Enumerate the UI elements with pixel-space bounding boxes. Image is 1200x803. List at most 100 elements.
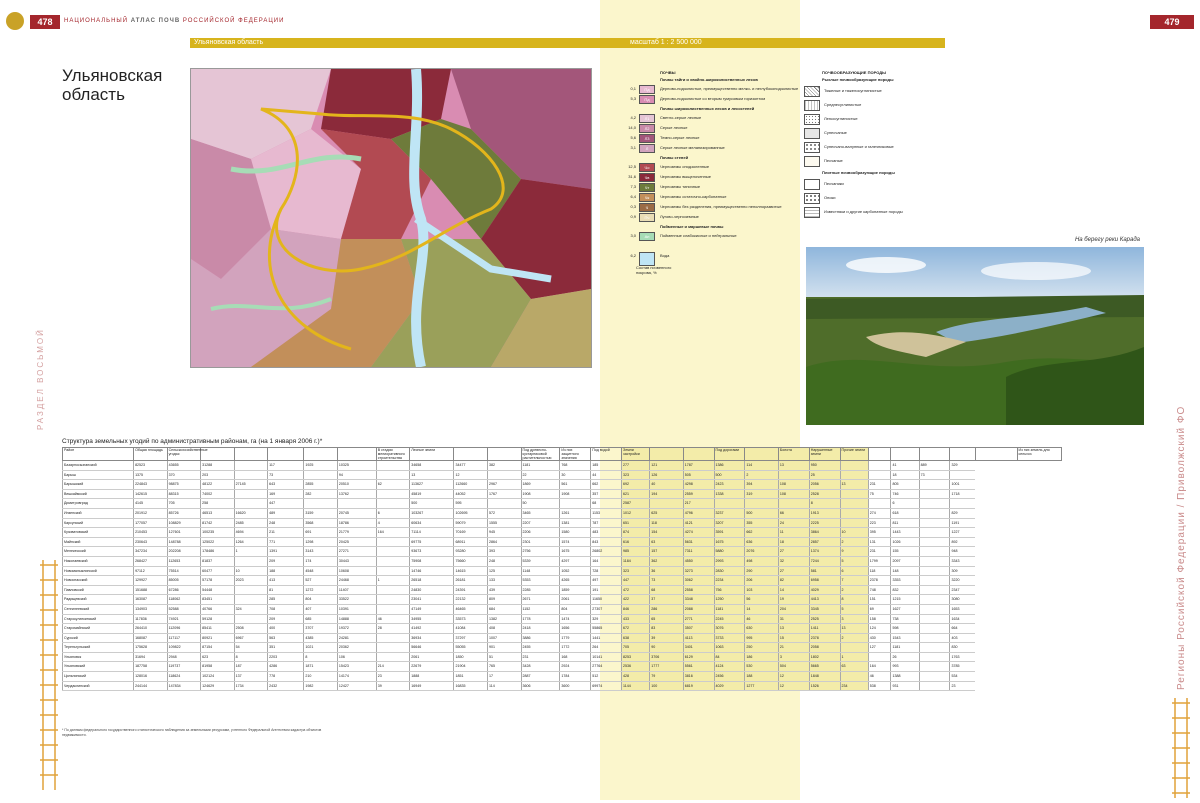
table-cell [233, 489, 268, 500]
table-cell [375, 604, 410, 615]
table-cell: 30 [559, 470, 591, 481]
table-cell: 323 [621, 566, 650, 577]
table-cell: 68911 [453, 537, 488, 548]
table-cell: 60477 [200, 566, 235, 577]
soil-share: 7,3 [630, 184, 636, 189]
table-cell [918, 508, 950, 519]
table-cell: 4550 [682, 556, 715, 567]
table-cell: 2245 [713, 614, 745, 625]
table-cell: 248 [487, 556, 522, 567]
region-name: Ульяновская область [194, 39, 264, 46]
table-cell: 114 [744, 460, 779, 471]
table-cell: 1 [839, 652, 869, 663]
table-header [682, 447, 715, 461]
table-cell: 11650 [590, 594, 622, 605]
rock-swatch [804, 100, 820, 111]
table-cell: 22132 [453, 594, 488, 605]
table-cell: 2558 [682, 585, 715, 596]
table-cell: 1763 [949, 652, 976, 663]
soil-legend-row: 7,3 Чт Черноземы типичные [622, 182, 792, 192]
table-cell: 8 [303, 652, 338, 663]
table-cell: 1007 [487, 633, 522, 644]
table-cell [949, 498, 976, 509]
table-cell: 133 [487, 575, 522, 586]
table-cell: 2285 [520, 585, 560, 596]
table-cell: 1338 [713, 489, 745, 500]
table-cell: 804 [303, 594, 338, 605]
table-cell: 685 [303, 614, 338, 625]
table-cell: 188 [267, 566, 304, 577]
table-cell: 1851 [453, 671, 488, 682]
table-cell: 211 [267, 527, 304, 538]
table-cell: 75514 [166, 566, 201, 577]
table-cell: 625 [649, 508, 684, 519]
table-cell: 6958 [808, 575, 841, 586]
district-name: Новоспасский [61, 575, 134, 586]
soil-label: Черноземы без разделения, преимущественн… [660, 204, 782, 209]
table-cell: 154 [649, 527, 684, 538]
table-cell: 83 [649, 623, 684, 634]
table-cell: 2455 [520, 642, 560, 653]
table-cell: 112660 [453, 479, 488, 490]
rock-label: Известняки и другие карбонатные породы [824, 209, 903, 214]
table-cell: 18 [777, 537, 810, 548]
table-cell: 948 [949, 546, 976, 557]
table-cell: 3606 [520, 681, 560, 692]
table-cell: 846 [621, 604, 650, 615]
table-cell: 595 [453, 498, 488, 509]
table-row: Майнский 230643 148788 125022 1264 771 1298 204… [61, 537, 1062, 548]
table-cell: 10325 [336, 460, 377, 471]
table-cell: 14 [744, 604, 779, 615]
rock-swatch [804, 156, 820, 167]
table-cell: 1227 [949, 527, 976, 538]
table-cell: 1277 [744, 681, 779, 692]
table-cell: 447 [267, 498, 304, 509]
table-row: Мелекесский 347234 202208 178486 1 1391 3143 27… [61, 546, 1062, 557]
table-cell: 73 [918, 470, 950, 481]
table-cell: 32 [777, 556, 810, 567]
table-cell: 20745 [336, 508, 377, 519]
table-cell: 24391 [453, 585, 488, 596]
table-cell: 285 [267, 594, 304, 605]
table-cell: 44052 [453, 489, 488, 500]
table-cell: 1052 [559, 566, 591, 577]
table-cell: 3428 [520, 661, 560, 673]
soil-swatch: Л1 [639, 114, 655, 123]
table-cell: 13762 [336, 489, 377, 500]
table-cell: 395 [867, 527, 891, 538]
table-cell: 329 [949, 460, 976, 471]
table-cell: 40766 [200, 604, 235, 615]
table-header [453, 447, 488, 461]
table-cell: 768 [559, 460, 591, 471]
table-cell [839, 489, 869, 500]
district-name: Тереньгульский [61, 642, 134, 653]
district-name: Кузоватовский [61, 527, 134, 538]
table-cell: 188 [744, 671, 779, 682]
district-name: Старокулаткинский [61, 614, 134, 625]
table-cell [918, 537, 950, 548]
table-cell: 705 [621, 642, 650, 653]
table-cell: 234 [839, 681, 869, 692]
table-cell [918, 489, 950, 500]
table-cell: 46 [867, 671, 891, 682]
soil-share: 5,6 [630, 135, 636, 140]
table-cell: 118 [867, 566, 891, 577]
soil-label: Черноземы остаточно-карбонатные [660, 194, 727, 199]
table-cell: 81958 [200, 661, 235, 673]
table-cell: 1012 [621, 508, 650, 519]
table-cell: 127601 [166, 527, 201, 538]
table-row: Старокулаткинский 117836 74921 59128 209 685 1… [61, 614, 1062, 625]
table-header [974, 447, 1018, 461]
table-cell [918, 585, 950, 596]
right-page-number: 479 [1150, 15, 1194, 29]
table-cell: 231 [867, 546, 891, 557]
table-cell: 3816 [682, 671, 715, 682]
table-cell [375, 633, 410, 644]
table-cell: 1778 [520, 614, 560, 625]
rock-legend-row: Супесчано-валунные и галечниковые [804, 140, 954, 154]
table-cell: 2418 [520, 623, 560, 634]
table-cell [918, 575, 950, 586]
table-cell: 3591 [713, 527, 745, 538]
table-cell: 1871 [303, 661, 338, 673]
table-cell: 148 [890, 566, 920, 577]
